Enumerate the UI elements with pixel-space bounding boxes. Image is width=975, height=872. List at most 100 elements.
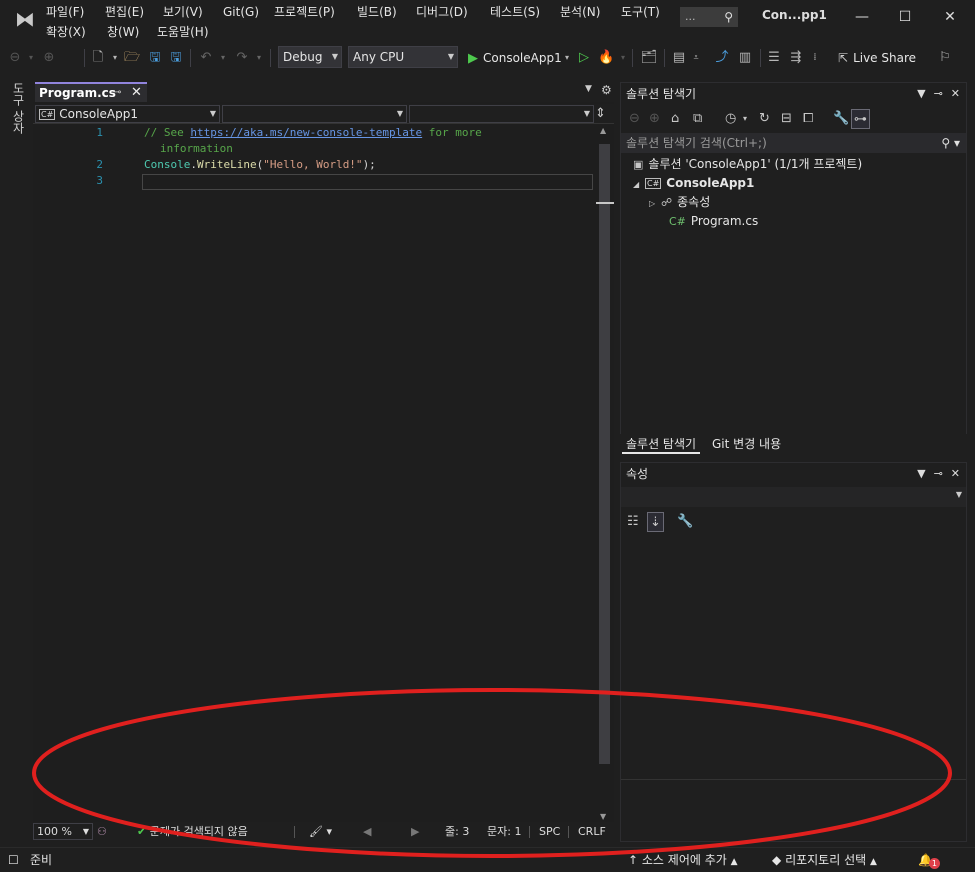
code-cleanup-icon[interactable]: 🖌 ▾	[309, 822, 332, 842]
menu-help[interactable]: 도움말(H)	[155, 22, 211, 42]
refresh-icon[interactable]: ↻	[759, 109, 770, 129]
maximize-icon[interactable]: ☐	[885, 4, 925, 30]
visual-studio-logo-icon[interactable]: ⧓	[12, 6, 38, 32]
undo-icon[interactable]: ↶	[198, 47, 214, 69]
project-navigation-select[interactable]: C# ConsoleApp1 ▼	[35, 105, 220, 123]
hot-reload-icon[interactable]: 🔥	[598, 47, 614, 69]
wrench-icon[interactable]: 🔧	[833, 109, 849, 129]
run-target-dropdown-icon[interactable]: ▾	[562, 47, 572, 69]
back-dropdown-icon[interactable]: ▾	[26, 47, 36, 69]
undo-dropdown-icon[interactable]: ▾	[218, 47, 228, 69]
menu-build[interactable]: 빌드(B)	[355, 2, 399, 22]
menu-analyze[interactable]: 분석(N)	[558, 2, 602, 22]
column-indicator[interactable]: 문자: 1	[487, 822, 521, 842]
solution-configuration-select[interactable]: Debug ▼	[278, 46, 342, 68]
comment-lines-icon[interactable]: ☰	[766, 47, 782, 69]
scroll-up-icon[interactable]: ▲	[600, 126, 606, 135]
redo-icon[interactable]: ↷	[234, 47, 250, 69]
scroll-down-icon[interactable]: ▼	[600, 812, 606, 821]
solution-search-input[interactable]: 솔루션 탐색기 검색(Ctrl+;) ⚲ ▾	[621, 133, 966, 153]
menu-tools[interactable]: 도구(T)	[619, 2, 662, 22]
menu-debug[interactable]: 디버그(D)	[414, 2, 470, 22]
start-without-debugging-icon[interactable]: ▷	[577, 47, 591, 69]
menu-project[interactable]: 프로젝트(P)	[272, 2, 337, 22]
properties-object-select[interactable]: ▼	[621, 487, 966, 507]
collapse-all-icon[interactable]: ⊟	[781, 109, 792, 129]
forward-icon[interactable]: ⊕	[649, 109, 660, 129]
close-icon[interactable]: ✕	[951, 87, 960, 100]
close-window-icon[interactable]: ✕	[930, 4, 970, 30]
scroll-right-icon[interactable]: ▶	[411, 822, 419, 842]
pin-icon[interactable]: ⊸	[934, 87, 943, 100]
solution-platform-select[interactable]: Any CPU ▼	[348, 46, 458, 68]
save-all-icon[interactable]: 🖫	[168, 47, 184, 69]
tab-program-cs[interactable]: Program.cs ⊸ ✕	[35, 82, 147, 102]
collapsed-arrow-icon[interactable]: ▷	[649, 194, 661, 213]
line-ending-indicator[interactable]: CRLF	[578, 822, 606, 842]
tab-list-dropdown-icon[interactable]: ▼	[585, 84, 592, 94]
new-dropdown-icon[interactable]: ▾	[110, 47, 120, 69]
add-source-control-button[interactable]: ↑ 소스 제어에 추가 ▲	[628, 848, 738, 872]
forward-icon[interactable]: ⊕	[42, 47, 56, 69]
type-navigation-select[interactable]: ▼	[222, 105, 407, 123]
member-navigation-select[interactable]: ▼	[409, 105, 594, 123]
vertical-scrollbar[interactable]: ▲ ▼	[596, 126, 614, 822]
tree-item-program-cs[interactable]: C# Program.cs	[669, 212, 758, 231]
window-layout-icon[interactable]: ▤	[670, 47, 688, 69]
select-repository-button[interactable]: ◆ 리포지토리 선택 ▲	[772, 848, 877, 872]
home-icon[interactable]: ⌂	[671, 109, 679, 129]
menu-test[interactable]: 테스트(S)	[488, 2, 542, 22]
pin-icon[interactable]: ⊸	[934, 467, 943, 480]
menu-edit[interactable]: 편집(E)	[103, 2, 146, 22]
menu-git[interactable]: Git(G)	[221, 2, 261, 22]
categorized-icon[interactable]: ☷	[627, 512, 639, 532]
split-window-icon[interactable]: ⇕	[595, 106, 606, 121]
open-folder-icon[interactable]: 🗁	[124, 47, 140, 69]
tree-item-solution[interactable]: ▣ 솔루션 'ConsoleApp1' (1/1개 프로젝트)	[633, 155, 862, 174]
issues-indicator[interactable]: ✔ 문제가 검색되지 않음	[137, 822, 248, 842]
minimize-icon[interactable]: —	[842, 4, 882, 30]
tree-item-project[interactable]: ◢ C# ConsoleApp1	[633, 174, 754, 193]
template-link[interactable]: https://aka.ms/new-console-template	[190, 126, 422, 139]
show-all-files-icon[interactable]: ⧠	[803, 109, 813, 129]
intellicode-icon[interactable]: ⚇	[97, 822, 107, 842]
live-share-button[interactable]: ⇱ Live Share	[838, 47, 916, 69]
menu-window[interactable]: 창(W)	[105, 22, 141, 42]
gear-icon[interactable]: ⚙	[601, 83, 612, 97]
whitespace-indicator[interactable]: SPC	[539, 822, 560, 842]
scrollbar-thumb[interactable]	[599, 144, 610, 764]
back-icon[interactable]: ⊖	[8, 47, 22, 69]
output-window-icon[interactable]: ☐	[8, 848, 19, 872]
code-text-area[interactable]: 1 // See https://aka.ms/new-console-temp…	[33, 126, 596, 822]
menu-view[interactable]: 보기(V)	[161, 2, 205, 22]
notifications-button[interactable]: 🔔1	[918, 848, 940, 872]
step-over-icon[interactable]: ⤴	[714, 47, 730, 69]
browse-files-icon[interactable]: 🗂	[640, 47, 658, 69]
toolbar-options-icon[interactable]: ⁞	[808, 47, 822, 69]
pending-changes-filter-icon[interactable]: ◷	[725, 109, 736, 129]
line-indicator[interactable]: 줄: 3	[445, 822, 469, 842]
filter-dropdown-icon[interactable]: ▾	[743, 109, 747, 129]
close-icon[interactable]: ✕	[951, 467, 960, 480]
switch-views-icon[interactable]: ⧉	[693, 109, 702, 129]
scroll-left-icon[interactable]: ◀	[363, 822, 371, 842]
uncomment-lines-icon[interactable]: ⇶	[788, 47, 804, 69]
feedback-icon[interactable]: ⚐	[936, 47, 954, 69]
hot-reload-dropdown-icon[interactable]: ▾	[618, 47, 628, 69]
menu-extensions[interactable]: 확장(X)	[44, 22, 88, 42]
tree-item-dependencies[interactable]: ▷ ☍ 종속성	[649, 193, 710, 212]
wrench-icon[interactable]: 🔧	[677, 512, 693, 532]
tab-solution-explorer[interactable]: 솔루션 탐색기	[622, 434, 701, 454]
save-icon[interactable]: 🖫	[147, 47, 163, 69]
panel-dropdown-icon[interactable]: ▼	[917, 467, 925, 480]
toolbox-tab[interactable]: 도구 상자	[10, 82, 27, 134]
preview-selected-items-icon[interactable]: ⊶	[851, 109, 870, 129]
expanded-arrow-icon[interactable]: ◢	[633, 175, 645, 194]
zoom-select[interactable]: 100 % ▼	[33, 823, 93, 840]
new-project-icon[interactable]: 🗋	[90, 47, 106, 69]
redo-dropdown-icon[interactable]: ▾	[254, 47, 264, 69]
close-icon[interactable]: ✕	[131, 84, 142, 102]
alphabetical-sort-icon[interactable]: ⇣	[647, 512, 664, 532]
diagnostic-tools-icon[interactable]: ▥	[736, 47, 754, 69]
layout-dropdown-icon[interactable]: ⩡	[690, 47, 702, 69]
